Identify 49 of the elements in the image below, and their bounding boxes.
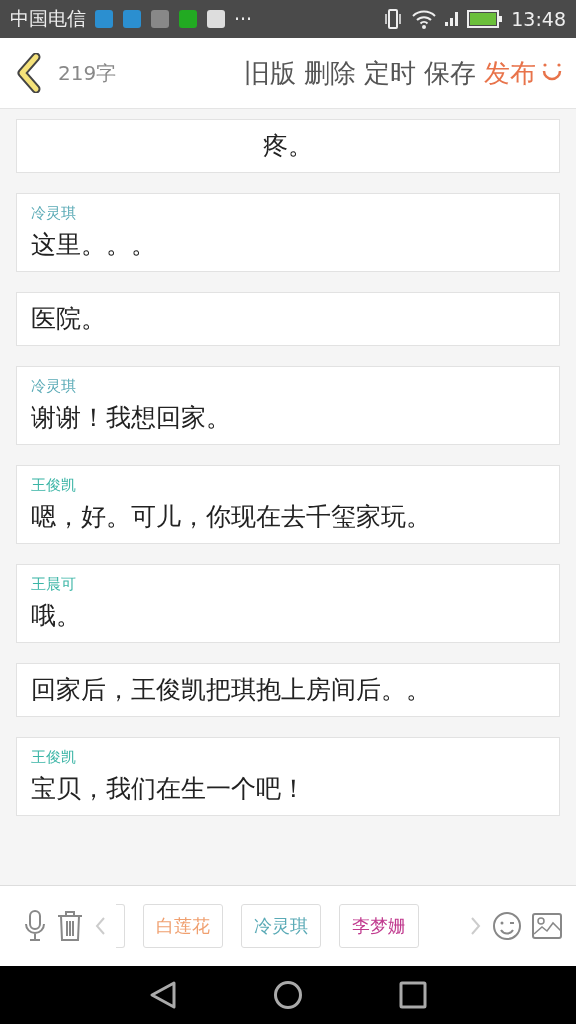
wifi-icon	[411, 9, 438, 29]
speaker-name: 王晨可	[31, 575, 77, 594]
dialogue-text: 这里。。。	[31, 229, 157, 261]
dialogue-card[interactable]: 王晨可 哦。	[16, 564, 560, 643]
dialogue-card[interactable]: 冷灵琪 谢谢！我想回家。	[16, 366, 560, 445]
home-nav-icon[interactable]	[273, 980, 303, 1010]
dialogue-text: 谢谢！我想回家。	[31, 402, 232, 434]
character-chip[interactable]: 李梦姗	[339, 904, 419, 948]
speaker-name: 王俊凯	[31, 476, 77, 495]
toolbar-action[interactable]: 保存	[420, 55, 480, 91]
more-notifications: ···	[234, 8, 253, 30]
narration-text: 回家后，王俊凯把琪抱上房间后。。	[31, 674, 432, 706]
clock-time: 13:48	[511, 8, 566, 30]
speaker-name: 冷灵琪	[31, 204, 77, 223]
app-notification-icon	[94, 9, 114, 29]
speaker-name: 王俊凯	[31, 748, 77, 767]
vibrate-icon	[383, 8, 404, 30]
narration-card[interactable]: 回家后，王俊凯把琪抱上房间后。。	[16, 663, 560, 717]
recents-nav-icon[interactable]	[399, 981, 427, 1009]
character-chip-edge	[116, 904, 125, 948]
image-icon[interactable]	[532, 913, 562, 939]
app-notification-icon	[178, 9, 198, 29]
signal-icon	[445, 11, 460, 27]
dialogue-text: 嗯，好。可儿，你现在去千玺家玩。	[31, 501, 432, 533]
dialogue-text: 宝贝，我们在生一个吧！	[31, 773, 307, 805]
dialogue-card[interactable]: 王俊凯 嗯，好。可儿，你现在去千玺家玩。	[16, 465, 560, 544]
narration-card[interactable]: 疼。	[16, 119, 560, 173]
dialogue-text: 哦。	[31, 600, 82, 632]
dialogue-card[interactable]: 王俊凯 宝贝，我们在生一个吧！	[16, 737, 560, 816]
battery-icon	[467, 9, 504, 29]
app-notification-icon	[206, 9, 226, 29]
speaker-name: 冷灵琪	[31, 377, 77, 396]
back-nav-icon[interactable]	[149, 980, 177, 1010]
narration-text: 疼。	[262, 130, 314, 162]
toolbar-action[interactable]: 删除	[300, 55, 360, 91]
scroll-left-icon	[94, 916, 106, 936]
microphone-icon[interactable]	[24, 910, 46, 942]
narration-text: 医院。	[31, 303, 107, 335]
app-notification-icon	[150, 9, 170, 29]
dialogue-card[interactable]: 冷灵琪 这里。。。	[16, 193, 560, 272]
emoji-icon[interactable]	[492, 911, 522, 941]
scroll-right-icon	[470, 916, 482, 936]
toolbar-action[interactable]: 定时	[360, 55, 420, 91]
word-count: 219字	[58, 59, 117, 87]
trash-icon[interactable]	[56, 910, 84, 942]
carrier-name: 中国电信	[10, 6, 86, 31]
toolbar-action[interactable]: 旧版	[240, 55, 300, 91]
app-notification-icon	[122, 9, 142, 29]
narration-card[interactable]: 医院。	[16, 292, 560, 346]
